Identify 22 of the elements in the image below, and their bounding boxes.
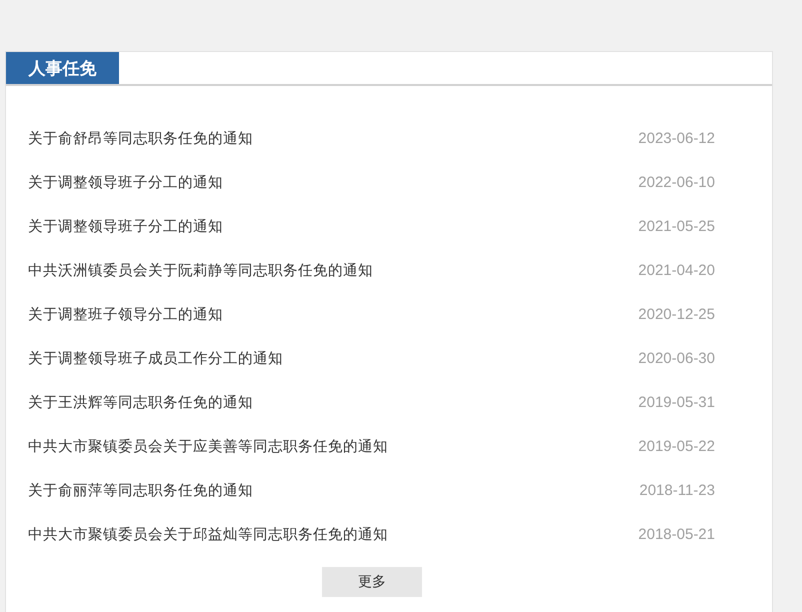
news-date: 2019-05-22 [638, 438, 715, 454]
news-date: 2020-06-30 [638, 350, 715, 366]
news-date: 2021-04-20 [638, 262, 715, 278]
news-link[interactable]: 关于俞丽萍等同志职务任免的通知 [28, 480, 253, 500]
news-link[interactable]: 关于调整领导班子分工的通知 [28, 172, 223, 192]
news-date: 2018-05-21 [638, 526, 715, 542]
news-link[interactable]: 关于调整班子领导分工的通知 [28, 304, 223, 324]
more-button[interactable]: 更多 [322, 567, 422, 597]
news-date: 2023-06-12 [638, 130, 715, 146]
news-link[interactable]: 关于调整领导班子成员工作分工的通知 [28, 348, 283, 368]
news-date: 2022-06-10 [638, 174, 715, 190]
news-link[interactable]: 中共大市聚镇委员会关于邱益灿等同志职务任免的通知 [28, 524, 388, 544]
panel-title: 人事任免 [6, 52, 119, 84]
news-link[interactable]: 关于调整领导班子分工的通知 [28, 216, 223, 236]
news-link[interactable]: 关于王洪辉等同志职务任免的通知 [28, 392, 253, 412]
news-link[interactable]: 关于俞舒昂等同志职务任免的通知 [28, 128, 253, 148]
news-date: 2021-05-25 [638, 218, 715, 234]
news-link[interactable]: 中共大市聚镇委员会关于应美善等同志职务任免的通知 [28, 436, 388, 456]
news-date: 2019-05-31 [638, 394, 715, 410]
news-date: 2018-11-23 [639, 482, 715, 498]
news-date: 2020-12-25 [638, 306, 715, 322]
news-link[interactable]: 中共沃洲镇委员会关于阮莉静等同志职务任免的通知 [28, 260, 373, 280]
